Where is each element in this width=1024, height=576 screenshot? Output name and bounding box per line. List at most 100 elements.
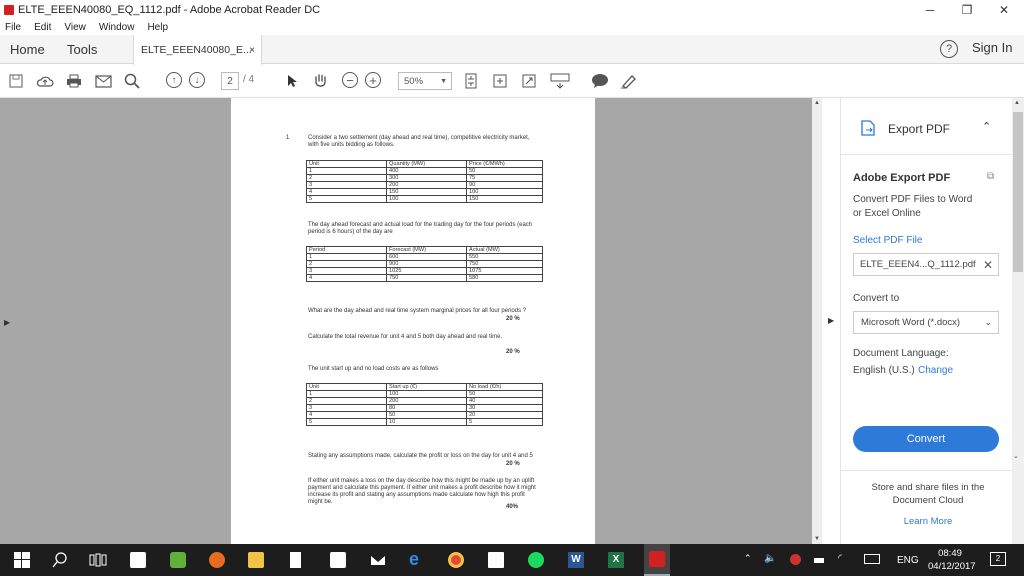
edge-icon[interactable]: e [409, 550, 425, 568]
menu-help[interactable]: Help [147, 22, 168, 33]
restore-button[interactable]: ❐ [950, 0, 984, 20]
close-button[interactable]: ✕ [987, 0, 1021, 20]
table-cell: 1 [306, 253, 387, 261]
question-a-text: What are the day ahead and real time sys… [308, 308, 527, 314]
battery-icon[interactable] [814, 558, 824, 563]
table-cell: 150 [386, 188, 467, 196]
table-row: 2 200 40 [306, 397, 543, 405]
hand-tool-icon[interactable] [311, 72, 329, 90]
remove-file-icon[interactable]: ✕ [983, 258, 993, 272]
search-icon[interactable] [52, 552, 68, 568]
clock[interactable]: 08:49 04/12/2017 [928, 547, 976, 573]
zoom-in-icon[interactable]: + [365, 72, 381, 88]
keyboard-icon[interactable] [864, 554, 880, 564]
store-icon[interactable] [130, 552, 146, 568]
chevron-down-icon: ⌄ [984, 317, 992, 327]
security-icon[interactable] [790, 554, 801, 565]
table-cell: 1 [306, 390, 387, 398]
question-c-weight: 20 % [506, 461, 520, 467]
panel-scroll-thumb[interactable] [1013, 112, 1023, 272]
full-screen-icon[interactable] [521, 72, 537, 90]
table-cell: 40 [466, 397, 543, 405]
load-table: Period Forecast (MW) Actual (MW) 1 600 550… [306, 246, 543, 282]
acrobat-icon [649, 551, 665, 567]
chevron-up-icon[interactable]: ⌃ [744, 553, 752, 564]
learn-more-link[interactable]: Learn More [863, 516, 993, 527]
highlight-pen-icon[interactable] [620, 72, 638, 90]
table-header: Unit [306, 383, 387, 391]
collapse-pane-icon[interactable]: ▶ [828, 316, 834, 325]
export-description: Convert PDF Files to Word or Excel Onlin… [853, 194, 973, 219]
chevron-up-icon[interactable]: ⌃ [982, 120, 991, 133]
keyboard-icon[interactable] [549, 72, 571, 90]
app-green-icon[interactable] [170, 552, 186, 568]
minimize-button[interactable]: ─ [913, 0, 947, 20]
copy-icon[interactable]: ⧉ [987, 171, 994, 182]
zoom-select[interactable]: 50% ▼ [398, 72, 452, 90]
right-pane-toggle[interactable]: ▶ [822, 98, 840, 544]
scroll-down-icon[interactable]: ▼ [814, 536, 820, 542]
firefox-icon[interactable] [209, 552, 225, 568]
format-select[interactable]: Microsoft Word (*.docx) ⌄ [853, 311, 999, 334]
sign-in-link[interactable]: Sign In [972, 40, 1012, 55]
table-cell: 80 [386, 404, 467, 412]
file-explorer-icon[interactable] [248, 552, 264, 568]
email-icon[interactable] [95, 72, 112, 90]
question-c-text: Stating any assumptions made, calculate … [308, 453, 533, 459]
selected-file-field[interactable]: ELTE_EEEN4...Q_1112.pdf ✕ [853, 253, 999, 276]
selected-file-name: ELTE_EEEN4...Q_1112.pdf [860, 259, 976, 270]
menu-edit[interactable]: Edit [34, 22, 51, 33]
scroll-up-icon[interactable]: ▲ [814, 100, 820, 106]
previous-page-icon[interactable]: ↑ [166, 72, 182, 88]
upload-cloud-icon[interactable] [36, 72, 54, 90]
fit-page-icon[interactable] [463, 72, 479, 90]
language-indicator[interactable]: ENG [897, 555, 919, 566]
mail-icon[interactable] [370, 552, 386, 568]
help-icon[interactable]: ? [940, 40, 958, 58]
table-row: 5 10 5 [306, 418, 543, 426]
table-cell: 1025 [386, 267, 467, 275]
document-scrollbar[interactable]: ▲ ▼ [812, 98, 822, 544]
export-pdf-title[interactable]: Export PDF [888, 122, 950, 136]
table-cell: 300 [386, 174, 467, 182]
select-cursor-icon[interactable] [285, 72, 299, 90]
page-number-input[interactable]: 2 [221, 72, 239, 90]
excel-icon[interactable]: X [608, 552, 624, 568]
print-icon[interactable] [66, 72, 82, 90]
tab-home[interactable]: Home [10, 35, 45, 64]
panel-scroll-down-icon[interactable]: ⌄ [1013, 452, 1019, 460]
windows-start-icon[interactable] [14, 552, 30, 568]
rotate-icon[interactable] [492, 72, 508, 90]
next-page-icon[interactable]: ↓ [189, 72, 205, 88]
zoom-out-icon[interactable]: − [342, 72, 358, 88]
notification-icon[interactable]: 2 [990, 552, 1006, 566]
tab-tools[interactable]: Tools [67, 35, 97, 64]
select-pdf-file-link[interactable]: Select PDF File [853, 235, 922, 246]
change-language-link[interactable]: Change [918, 365, 953, 376]
tab-document-label: ELTE_EEEN40080_E... [141, 44, 252, 56]
calculator-icon[interactable] [330, 552, 346, 568]
question-a-weight: 20 % [506, 316, 520, 322]
video-editor-icon[interactable] [488, 552, 504, 568]
scroll-up-icon[interactable]: ▲ [1014, 100, 1020, 106]
task-view-icon[interactable] [89, 552, 107, 568]
convert-button[interactable]: Convert [853, 426, 999, 452]
left-pane-toggle-icon[interactable]: ▶ [4, 318, 10, 327]
save-icon[interactable] [8, 72, 24, 90]
search-icon[interactable] [124, 72, 140, 90]
comment-icon[interactable] [591, 72, 609, 90]
document-icon[interactable] [290, 552, 301, 568]
acrobat-taskbar-button[interactable] [644, 544, 670, 576]
tab-close-icon[interactable]: × [249, 45, 255, 56]
menu-file[interactable]: File [5, 22, 21, 33]
spotify-icon[interactable] [528, 552, 544, 568]
menu-window[interactable]: Window [99, 22, 135, 33]
tab-document[interactable]: ELTE_EEEN40080_E... × [133, 35, 262, 65]
menu-view[interactable]: View [64, 22, 86, 33]
table-row: 3 80 30 [306, 404, 543, 412]
divider [841, 154, 1013, 155]
chrome-icon[interactable] [448, 552, 464, 568]
volume-icon[interactable]: 🔈 [764, 553, 776, 564]
word-icon[interactable]: W [568, 552, 584, 568]
wifi-icon[interactable]: ◜ [838, 553, 842, 564]
